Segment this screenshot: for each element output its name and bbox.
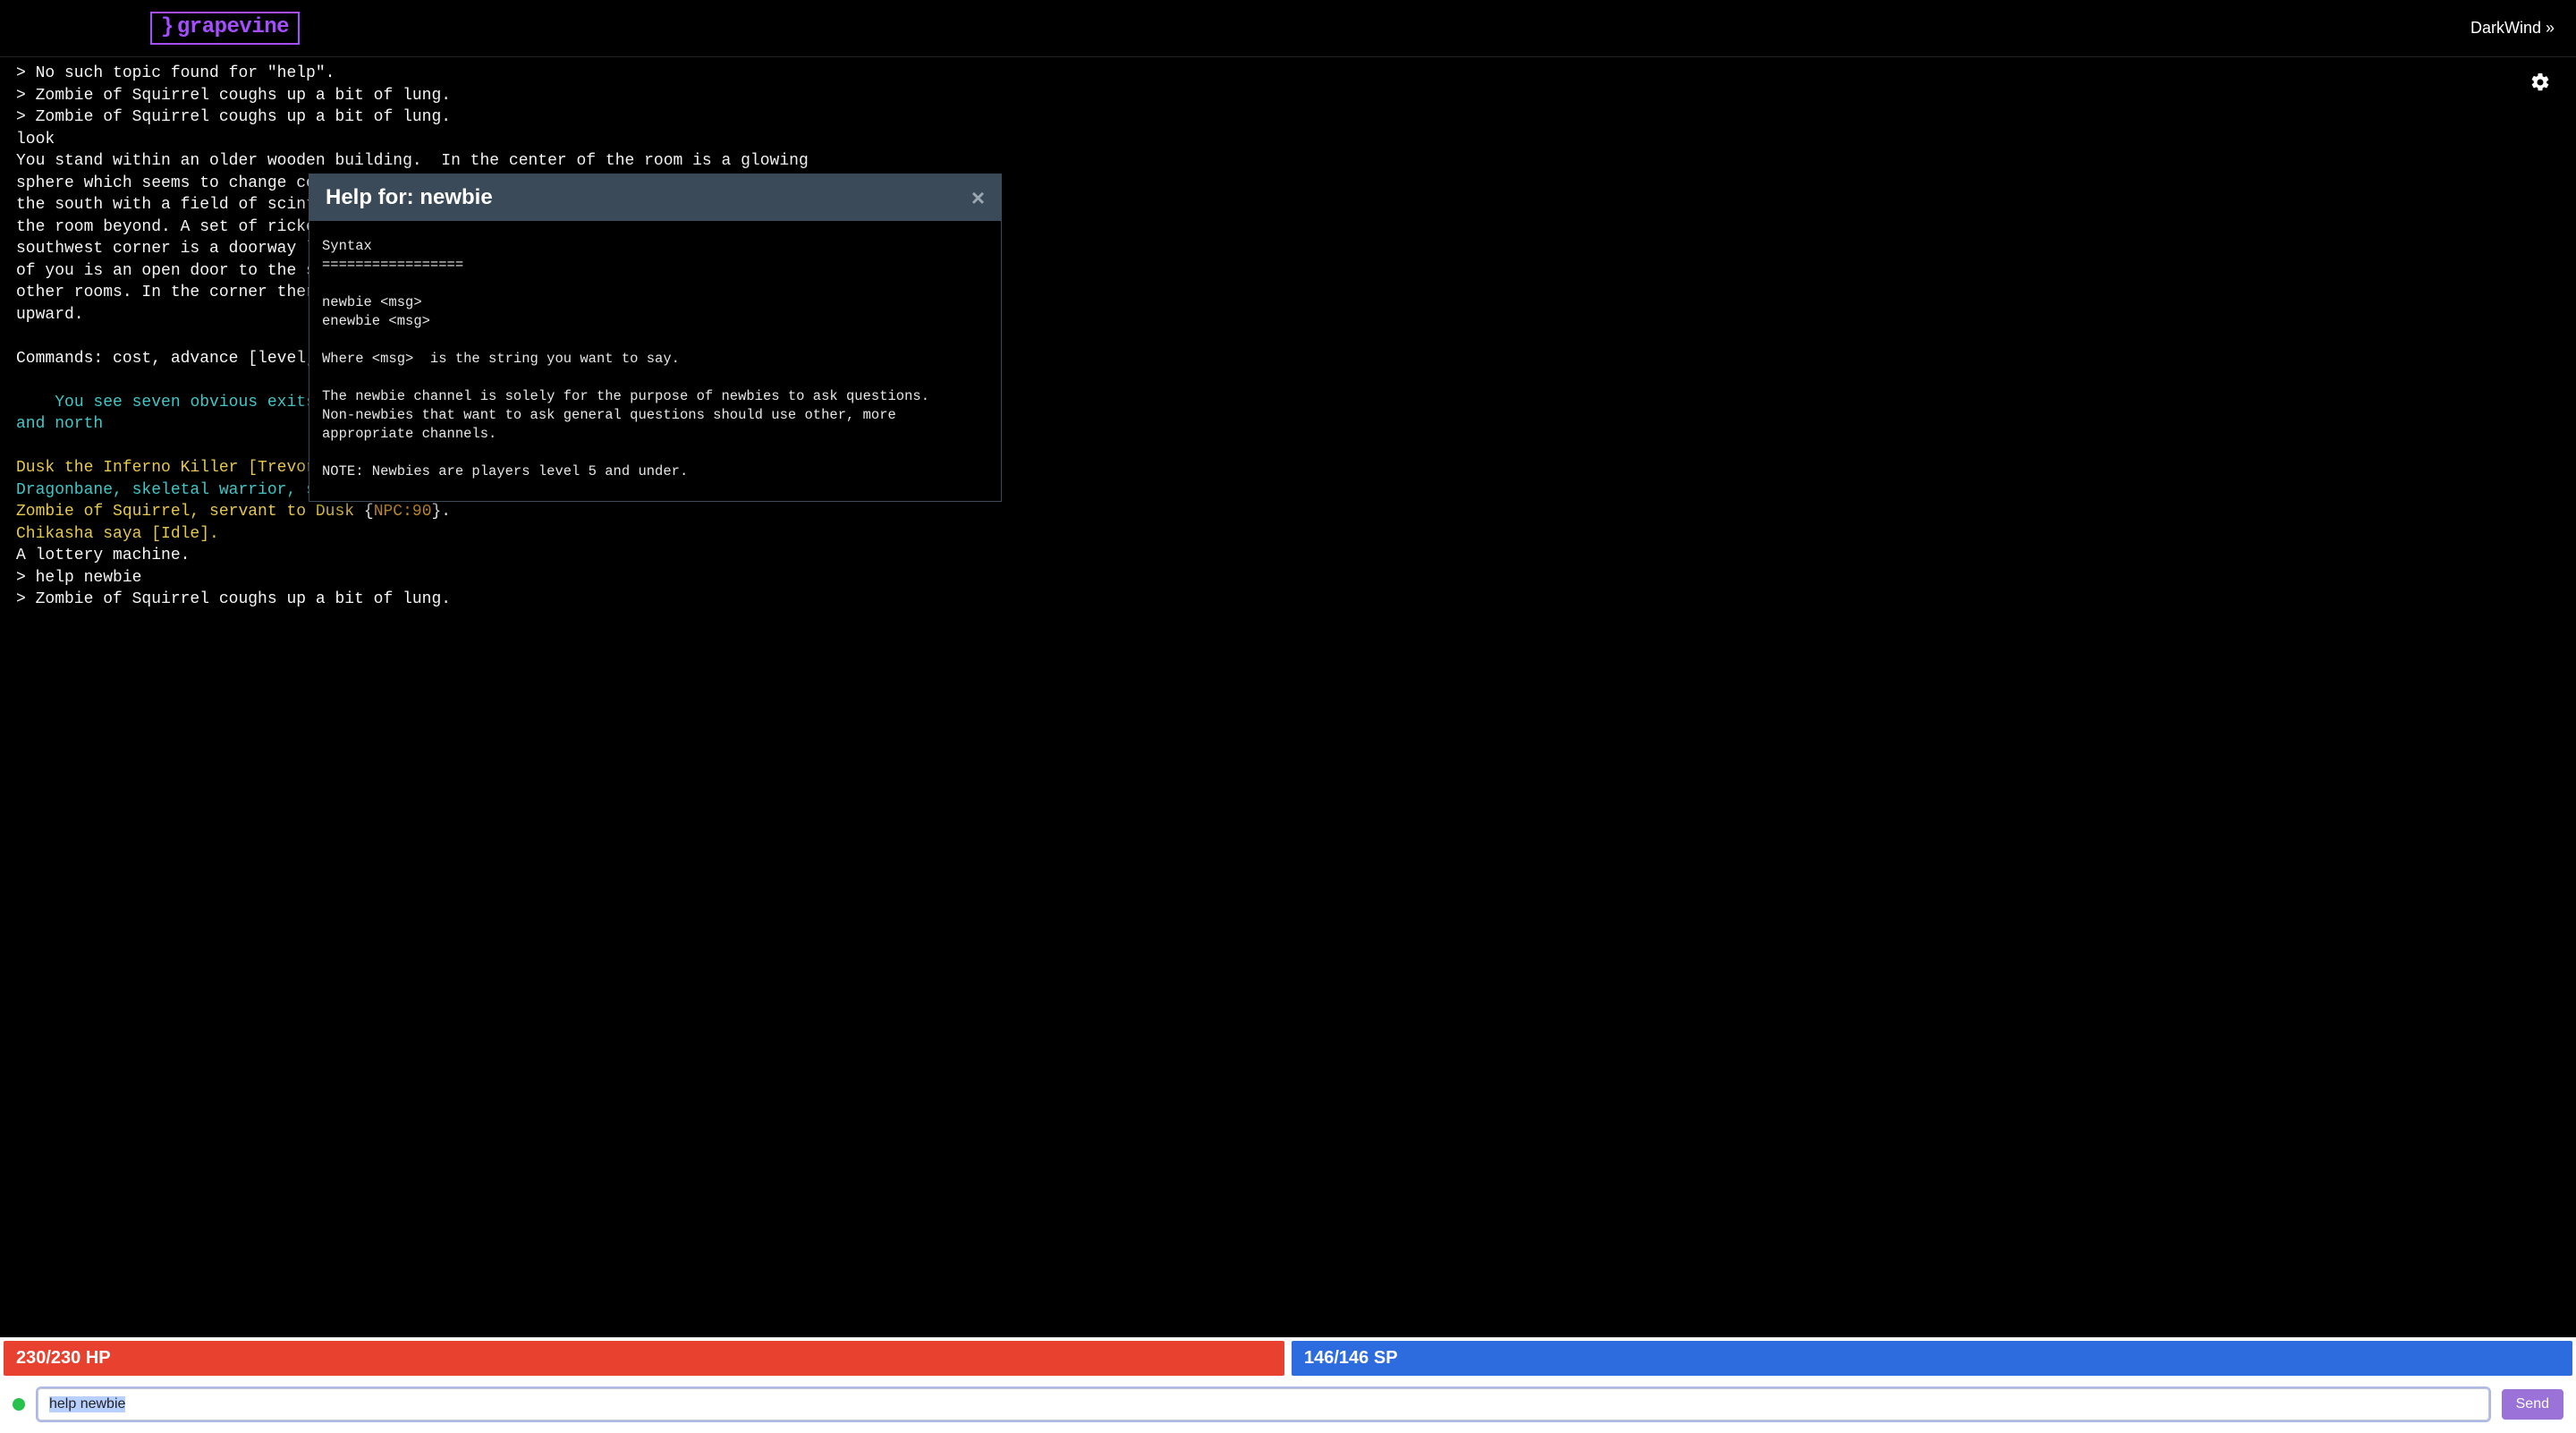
- user-menu-link[interactable]: DarkWind »: [2470, 19, 2555, 38]
- help-modal: Help for: newbie × Syntax ==============…: [309, 174, 1002, 502]
- connection-status-icon: [13, 1398, 25, 1411]
- terminal-line: > No such topic found for "help".: [16, 63, 2560, 85]
- help-modal-title: Help for: newbie: [326, 185, 493, 210]
- logo[interactable]: }grapevine: [150, 12, 300, 45]
- command-row: Send: [0, 1379, 2576, 1433]
- terminal-line: Chikasha saya [Idle].: [16, 523, 2560, 546]
- help-modal-body: Syntax ================= newbie <msg> en…: [309, 221, 1001, 501]
- terminal-line: > Zombie of Squirrel coughs up a bit of …: [16, 85, 2560, 107]
- terminal-area: > No such topic found for "help".> Zombi…: [0, 57, 2576, 1337]
- hp-bar: 230/230 HP: [4, 1341, 1284, 1376]
- sp-bar: 146/146 SP: [1292, 1341, 2572, 1376]
- terminal-line: look: [16, 129, 2560, 151]
- logo-text: grapevine: [177, 15, 289, 39]
- terminal-line: A lottery machine.: [16, 545, 2560, 567]
- gear-icon[interactable]: [2529, 72, 2551, 93]
- terminal-line: > help newbie: [16, 567, 2560, 589]
- terminal-line: > Zombie of Squirrel coughs up a bit of …: [16, 589, 2560, 611]
- help-modal-header[interactable]: Help for: newbie ×: [309, 174, 1001, 221]
- logo-caret-icon: }: [161, 15, 174, 39]
- send-button[interactable]: Send: [2502, 1389, 2563, 1420]
- command-input[interactable]: [38, 1388, 2489, 1420]
- terminal-line: > Zombie of Squirrel coughs up a bit of …: [16, 106, 2560, 129]
- terminal-line: You stand within an older wooden buildin…: [16, 150, 2560, 173]
- terminal-line: Zombie of Squirrel, servant to Dusk {NPC…: [16, 501, 2560, 523]
- status-bars: 230/230 HP 146/146 SP: [0, 1337, 2576, 1379]
- close-icon[interactable]: ×: [971, 186, 985, 209]
- app-header: }grapevine DarkWind »: [0, 0, 2576, 57]
